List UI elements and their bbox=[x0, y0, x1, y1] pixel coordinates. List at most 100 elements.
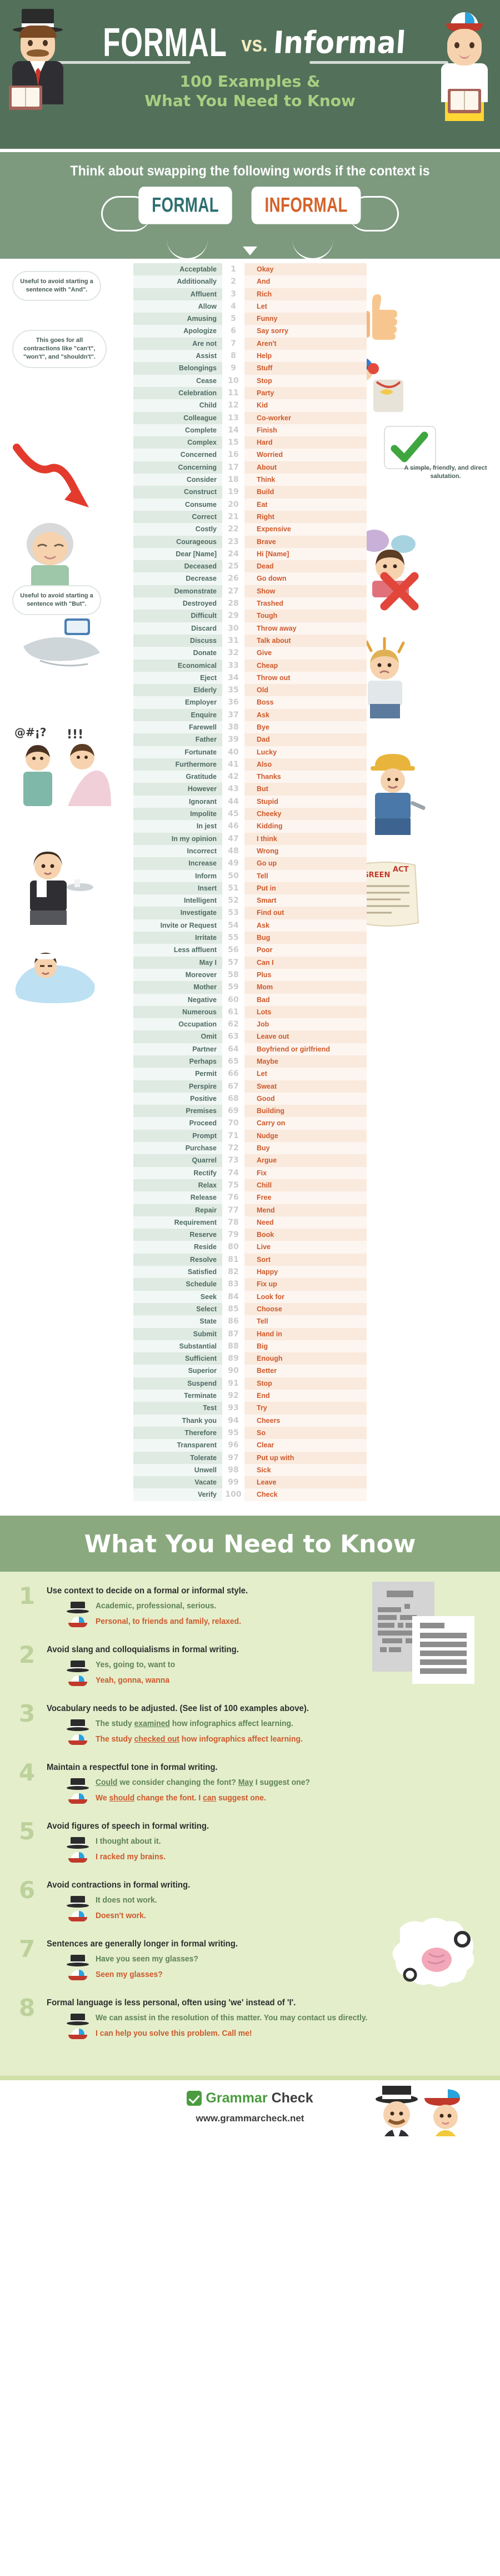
informal-word: Hi [Name] bbox=[244, 547, 367, 561]
word-pair-row: Belongings 9 Stuff bbox=[133, 362, 367, 375]
tip-formal-text: Academic, professional, serious. bbox=[96, 1602, 217, 1611]
title-formal: FORMAL bbox=[103, 20, 228, 66]
formal-word: Suspend bbox=[133, 1377, 222, 1390]
row-number: 80 bbox=[228, 1242, 239, 1252]
informal-word: Live bbox=[244, 1241, 367, 1254]
informal-word: Thanks bbox=[244, 771, 367, 783]
row-number: 11 bbox=[228, 388, 239, 398]
baseball-cap-icon bbox=[67, 2028, 89, 2039]
row-number: 29 bbox=[228, 611, 239, 621]
formal-word: Omit bbox=[133, 1030, 222, 1043]
tip-informal-text: Doesn't work. bbox=[96, 1911, 146, 1921]
row-number: 44 bbox=[228, 797, 239, 806]
formal-word: Enquire bbox=[133, 708, 222, 721]
informal-word: Sweat bbox=[244, 1080, 367, 1093]
formal-word: Vacate bbox=[133, 1476, 222, 1489]
baseball-cap-icon bbox=[446, 12, 483, 31]
formal-word: Purchase bbox=[133, 1142, 222, 1155]
context-pills: FORMAL INFORMAL bbox=[0, 187, 500, 232]
row-number: 78 bbox=[228, 1217, 239, 1227]
word-pair-list: Acceptable 1 Okay Additionally 2 And Affluent 3… bbox=[133, 263, 367, 1501]
informal-word: Throw out bbox=[244, 671, 367, 685]
word-pair-row: Investigate 53 Find out bbox=[133, 907, 367, 919]
formal-word: Seek bbox=[133, 1290, 222, 1303]
informal-word: Rich bbox=[244, 288, 367, 300]
waitress-illustration bbox=[17, 842, 94, 928]
formal-word: Affluent bbox=[133, 288, 222, 300]
row-number: 95 bbox=[228, 1428, 239, 1437]
formal-word: Premises bbox=[133, 1105, 222, 1118]
tip-item: 4 Maintain a respectful tone in formal wr… bbox=[0, 1758, 500, 1822]
informal-word: Fix bbox=[244, 1166, 367, 1179]
word-pair-row: Moreover 58 Plus bbox=[133, 968, 367, 982]
baseball-cap-icon bbox=[67, 1852, 89, 1863]
informal-word: Funny bbox=[244, 313, 367, 325]
word-pair-row: Elderly 35 Old bbox=[133, 684, 367, 697]
word-pair-row: Numerous 61 Lots bbox=[133, 1005, 367, 1019]
title-informal: Informal bbox=[272, 25, 407, 61]
formal-word: Reside bbox=[133, 1241, 222, 1254]
grammarcheck-logo[interactable]: Grammar Check bbox=[187, 2090, 313, 2106]
word-pair-row: Reside 80 Live bbox=[133, 1241, 367, 1254]
formal-word: Difficult bbox=[133, 610, 222, 622]
word-pair-row: Courageous 23 Brave bbox=[133, 535, 367, 548]
formal-word: Father bbox=[133, 733, 222, 746]
row-number: 51 bbox=[228, 883, 239, 893]
word-pair-row: Are not 7 Aren't bbox=[133, 337, 367, 350]
informal-word: Nudge bbox=[244, 1129, 367, 1143]
word-pair-row: Furthermore 41 Also bbox=[133, 758, 367, 771]
word-pair-row: Concerned 16 Worried bbox=[133, 449, 367, 461]
informal-word: Dead bbox=[244, 560, 367, 573]
word-pair-row: Requirement 78 Need bbox=[133, 1216, 367, 1229]
row-number: 12 bbox=[228, 401, 239, 410]
informal-word: Find out bbox=[244, 907, 367, 919]
checkmark-icon bbox=[187, 2090, 202, 2106]
pill-formal[interactable]: FORMAL bbox=[138, 187, 233, 224]
word-pair-row: Correct 21 Right bbox=[133, 510, 367, 524]
row-number: 50 bbox=[228, 871, 239, 881]
formal-word: Complete bbox=[133, 424, 222, 437]
top-hat-icon bbox=[67, 1954, 89, 1966]
word-pair-row: Consider 18 Think bbox=[133, 474, 367, 486]
row-number: 43 bbox=[228, 784, 239, 794]
informal-word: Old bbox=[244, 684, 367, 697]
informal-word: Dad bbox=[244, 733, 367, 746]
row-number: 98 bbox=[228, 1465, 239, 1475]
formal-word: Employer bbox=[133, 696, 222, 709]
row-number: 19 bbox=[228, 487, 239, 497]
informal-word: Can I bbox=[244, 956, 367, 969]
row-number: 37 bbox=[228, 710, 239, 720]
word-pair-row: Test 93 Try bbox=[133, 1402, 367, 1415]
word-pair-row: However 43 But bbox=[133, 783, 367, 796]
word-pair-row: In jest 46 Kidding bbox=[133, 820, 367, 833]
informal-word: Good bbox=[244, 1092, 367, 1105]
formal-word: Gratitude bbox=[133, 771, 222, 783]
informal-word: Smart bbox=[244, 894, 367, 907]
informal-word: So bbox=[244, 1426, 367, 1440]
top-hat-icon bbox=[67, 1837, 89, 1849]
row-number: 70 bbox=[228, 1119, 239, 1128]
sick-person-in-bed-illustration bbox=[13, 942, 102, 1011]
word-pair-row: Omit 63 Leave out bbox=[133, 1030, 367, 1043]
word-pair-row: In my opinion 47 I think bbox=[133, 832, 367, 845]
formal-word: Apologize bbox=[133, 325, 222, 338]
baseball-cap-icon bbox=[67, 1969, 89, 1980]
row-number: 2 bbox=[231, 277, 236, 286]
row-number: 75 bbox=[228, 1180, 239, 1190]
pill-informal[interactable]: INFORMAL bbox=[251, 187, 361, 224]
tip-number: 4 bbox=[19, 1758, 36, 1786]
formal-word: Proceed bbox=[133, 1117, 222, 1130]
word-pair-row: Apologize 6 Say sorry bbox=[133, 325, 367, 338]
book-icon bbox=[448, 89, 481, 113]
row-number: 99 bbox=[228, 1478, 239, 1487]
informal-word: Go down bbox=[244, 572, 367, 585]
formal-word: Deceased bbox=[133, 560, 222, 573]
word-pair-row: Demonstrate 27 Show bbox=[133, 585, 367, 598]
formal-word: Assist bbox=[133, 350, 222, 363]
informal-word: Tough bbox=[244, 610, 367, 622]
word-pair-row: Negative 60 Bad bbox=[133, 993, 367, 1006]
baseball-cap-icon bbox=[67, 1675, 89, 1686]
word-pair-row: Acceptable 1 Okay bbox=[133, 263, 367, 276]
word-pair-row: Impolite 45 Cheeky bbox=[133, 808, 367, 821]
word-pair-row: Rectify 74 Fix bbox=[133, 1166, 367, 1179]
